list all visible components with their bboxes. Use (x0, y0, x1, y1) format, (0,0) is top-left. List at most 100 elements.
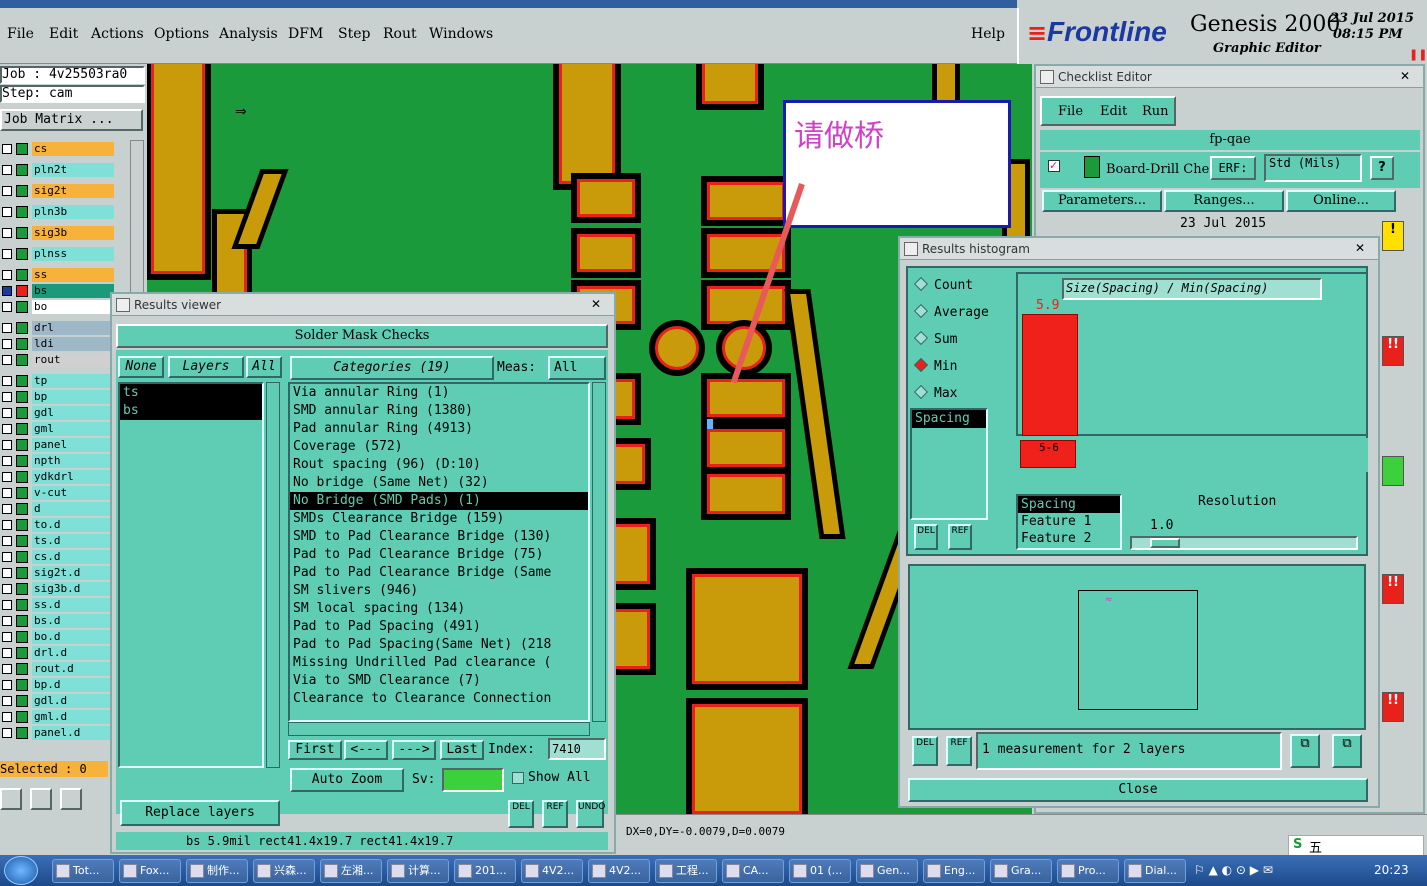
del-button[interactable]: DEL (914, 524, 938, 550)
layer-name[interactable]: sig3b (32, 226, 114, 240)
taskbar-item[interactable]: 左湘... (320, 859, 382, 883)
layer-checkbox[interactable] (2, 355, 12, 365)
zoom-to-feature-icon[interactable]: ⧉ (1290, 734, 1320, 768)
layer-row[interactable]: cs (0, 142, 116, 156)
taskbar-item[interactable]: Pro... (1057, 859, 1119, 883)
checklist-menu-edit[interactable]: Edit (1100, 104, 1127, 119)
taskbar-item[interactable]: 兴森... (253, 859, 315, 883)
taskbar-item[interactable]: Gra... (990, 859, 1052, 883)
layer-checkbox[interactable] (2, 286, 12, 296)
layer-name[interactable]: cs.d (32, 550, 114, 564)
undo-button[interactable]: UNDO (576, 800, 605, 828)
layer-row[interactable]: rout (0, 353, 116, 367)
layer-color-swatch[interactable] (16, 164, 28, 176)
layer-checkbox[interactable] (2, 488, 12, 498)
layer-row[interactable]: sig3b.d (0, 582, 116, 596)
layer-name[interactable]: bp.d (32, 678, 114, 692)
category-item[interactable]: Pad to Pad Clearance Bridge (75) (290, 546, 588, 564)
mode-radio-sum[interactable]: Sum (913, 330, 957, 347)
layer-name[interactable]: ydkdrl (32, 470, 114, 484)
layer-checkbox[interactable] (2, 207, 12, 217)
layer-name[interactable]: gml.d (32, 710, 114, 724)
layer-name[interactable]: panel.d (32, 726, 114, 740)
layer-row[interactable]: bo (0, 300, 116, 314)
category-list[interactable]: Via annular Ring (1) SMD annular Ring (13… (288, 382, 590, 722)
layer-color-swatch[interactable] (16, 471, 28, 483)
layer-checkbox[interactable] (2, 632, 12, 642)
radio-icon[interactable] (913, 384, 929, 400)
category-item[interactable]: Rout spacing (96) (D:10) (290, 456, 588, 474)
ref-button[interactable]: REF (542, 800, 568, 828)
taskbar-item[interactable]: 工程... (655, 859, 717, 883)
online-button[interactable]: Online... (1286, 190, 1396, 212)
layer-name[interactable]: ss (32, 268, 114, 282)
layer-color-swatch[interactable] (16, 338, 28, 350)
layer-color-swatch[interactable] (16, 679, 28, 691)
ref-button-2[interactable]: REF (946, 736, 972, 766)
layer-color-swatch[interactable] (16, 487, 28, 499)
layer-row[interactable]: tp (0, 374, 116, 388)
taskbar-item[interactable]: Gen... (856, 859, 918, 883)
taskbar-item[interactable]: 制作... (186, 859, 248, 883)
layer-row[interactable]: drl.d (0, 646, 116, 660)
layer-row[interactable]: pln3b (0, 205, 116, 219)
layer-row[interactable]: plnss (0, 247, 116, 261)
none-button[interactable]: None (118, 356, 164, 378)
last-button[interactable]: Last (440, 740, 484, 760)
category-item[interactable]: Clearance to Clearance Connection (290, 690, 588, 708)
layer-checkbox[interactable] (2, 186, 12, 196)
layer-color-swatch[interactable] (16, 599, 28, 611)
layer-checkbox[interactable] (2, 664, 12, 674)
taskbar-item[interactable]: Fox... (119, 859, 181, 883)
layer-checkbox[interactable] (2, 600, 12, 610)
layer-name[interactable]: gdl.d (32, 694, 114, 708)
layer-color-swatch[interactable] (16, 439, 28, 451)
layer-name[interactable]: ts.d (32, 534, 114, 548)
layer-color-swatch[interactable] (16, 519, 28, 531)
layer-color-swatch[interactable] (16, 647, 28, 659)
measure-tool-icon[interactable] (30, 788, 52, 810)
taskbar-item[interactable]: Tot... (52, 859, 114, 883)
taskbar-item[interactable]: CA... (722, 859, 784, 883)
prev-button[interactable]: <--- (344, 740, 388, 760)
menu-edit[interactable]: Edit (49, 26, 78, 42)
list-item[interactable]: Spacing (912, 410, 986, 428)
category-scrollbar[interactable] (592, 382, 606, 722)
category-item[interactable]: Pad to Pad Spacing (491) (290, 618, 588, 636)
layer-name[interactable]: cs (32, 142, 114, 156)
radio-icon[interactable] (913, 330, 929, 346)
meas-select[interactable]: All (548, 356, 606, 380)
layer-name[interactable]: panel (32, 438, 114, 452)
index-input[interactable]: 7410 (548, 738, 606, 760)
layer-name[interactable]: drl.d (32, 646, 114, 660)
layer-row[interactable]: ts.d (0, 534, 116, 548)
layer-name[interactable]: to.d (32, 518, 114, 532)
ref-button[interactable]: REF (948, 524, 972, 550)
layer-row[interactable]: drl (0, 321, 116, 335)
layer-row[interactable]: sig2t.d (0, 566, 116, 580)
layer-color-swatch[interactable] (16, 301, 28, 313)
layer-name[interactable]: rout.d (32, 662, 114, 676)
layer-color-swatch[interactable] (16, 711, 28, 723)
layer-color-swatch[interactable] (16, 455, 28, 467)
category-item[interactable]: SMD to Pad Clearance Bridge (130) (290, 528, 588, 546)
resolution-slider[interactable] (1130, 536, 1358, 550)
layer-checkbox[interactable] (2, 249, 12, 259)
radio-icon[interactable] (913, 357, 929, 373)
layer-checkbox[interactable] (2, 472, 12, 482)
layer-color-swatch[interactable] (16, 185, 28, 197)
auto-zoom-select[interactable]: Auto Zoom (290, 768, 404, 792)
category-item[interactable]: Pad to Pad Spacing(Same Net) (218 (290, 636, 588, 654)
layer-color-swatch[interactable] (16, 227, 28, 239)
layer-row[interactable]: panel (0, 438, 116, 452)
layer-color-swatch[interactable] (16, 322, 28, 334)
layer-color-swatch[interactable] (16, 663, 28, 675)
category-item[interactable]: Pad annular Ring (4913) (290, 420, 588, 438)
layer-checkbox[interactable] (2, 504, 12, 514)
list-item[interactable]: Spacing (1018, 496, 1120, 513)
layer-row[interactable]: d (0, 502, 116, 516)
layer-name[interactable]: bp (32, 390, 114, 404)
layer-color-swatch[interactable] (16, 354, 28, 366)
layer-checkbox[interactable] (2, 696, 12, 706)
feature-list[interactable]: Spacing Feature 1 Feature 2 (1016, 494, 1122, 550)
